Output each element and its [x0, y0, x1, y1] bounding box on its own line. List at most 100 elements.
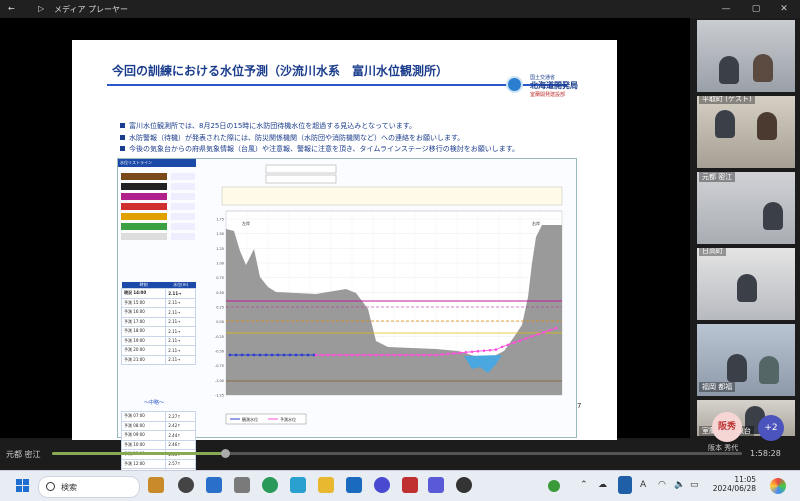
notification-icon[interactable]	[548, 480, 560, 492]
forecast-point	[362, 353, 366, 357]
start-button[interactable]	[16, 479, 30, 493]
observed-point	[252, 353, 256, 357]
clock-date: 2024/06/28	[712, 484, 756, 493]
observed-point	[258, 353, 262, 357]
agency-logo-icon	[506, 76, 523, 93]
observed-point	[270, 353, 274, 357]
participant-tile[interactable]: 日高町	[697, 248, 795, 320]
forecast-point	[524, 337, 528, 340]
omitted-label: 〜中略〜	[144, 400, 165, 406]
participant-tile[interactable]	[697, 20, 795, 92]
forecast-point	[320, 353, 324, 357]
y-tick-label: -0.50	[215, 350, 224, 354]
minimize-button[interactable]: —	[715, 2, 737, 16]
teams-icon[interactable]	[428, 477, 444, 493]
logo-office: 室蘭開発建設部	[530, 92, 566, 98]
observed-point	[264, 353, 268, 357]
forecast-point	[350, 353, 354, 357]
forecast-point	[434, 353, 438, 357]
wifi-icon[interactable]: ◠	[658, 480, 666, 490]
ime-icon[interactable]: A	[640, 480, 646, 490]
window-title: メディア プレーヤー	[54, 5, 128, 14]
app-icon[interactable]	[374, 477, 390, 493]
forecast-point	[332, 353, 336, 357]
speaker-icon[interactable]: 🔈	[674, 480, 685, 490]
search-placeholder: 検索	[61, 483, 77, 492]
forecast-point	[458, 351, 462, 355]
level-row	[121, 173, 203, 181]
chevron-up-icon[interactable]: ⌃	[580, 480, 588, 490]
maximize-button[interactable]: ▢	[745, 2, 767, 16]
participant-video	[719, 56, 739, 84]
table-row: 予測 08:00 2.42↑	[120, 420, 196, 431]
participant-tile[interactable]: 福岡 都福	[697, 324, 795, 396]
y-tick-label: 1.25	[216, 247, 224, 251]
clock-time: 11:05	[734, 475, 756, 484]
seek-bar[interactable]	[52, 449, 742, 458]
forecast-point	[410, 353, 414, 357]
observed-point	[276, 353, 280, 357]
forecast-point	[404, 353, 408, 357]
duration-label: 1:58:28	[750, 449, 781, 458]
folder-icon[interactable]	[318, 477, 334, 493]
y-tick-label: 0.75	[216, 276, 224, 280]
level-row	[121, 213, 203, 221]
legend-observed-label: 観測水位	[242, 416, 258, 422]
bullet-square-icon	[120, 123, 125, 128]
right-bank-label: 右岸	[532, 220, 540, 226]
legend-forecast-label: 予測水位	[280, 416, 296, 422]
close-button[interactable]: ✕	[773, 2, 795, 16]
level-row	[121, 223, 203, 231]
bullet-item: 水防警報（待機）が発表された際には、防災関係機関（水防団や消防機関など）への連絡…	[120, 133, 600, 145]
forecast-point	[452, 352, 456, 355]
system-clock[interactable]: 11:05 2024/06/28	[708, 475, 756, 493]
microphone-icon[interactable]	[618, 476, 632, 494]
table-row: 予測 21:00 2.11→	[120, 354, 196, 365]
media-player-icon[interactable]	[456, 477, 472, 493]
participant-video	[737, 274, 757, 302]
bullet-square-icon	[120, 134, 125, 140]
taskbar: 検索 ⌃ ☁ A ◠ 🔈 ▭ 11:05 2024/06/28	[0, 470, 800, 501]
panel-header: 水位リストライン	[118, 159, 200, 167]
cloud-icon[interactable]: ☁	[598, 480, 607, 490]
app-icon[interactable]	[234, 477, 250, 493]
bullet-item: 今後の気象台からの府県気象情報（台風）や注意報、警報に注意を頂き、タイムラインス…	[120, 144, 600, 156]
observed-point	[234, 353, 238, 357]
seek-handle[interactable]	[220, 449, 230, 458]
forecast-point	[380, 353, 384, 357]
forecast-point	[536, 333, 540, 336]
participant-tile[interactable]: 元都 密江	[697, 172, 795, 244]
water-level-chart: 1.75 1.50 1.25 1.00 0.75 0.50 0.25 0.00 -0.25 -0.…	[196, 159, 576, 437]
participant-avatar[interactable]: 阪秀	[712, 412, 742, 442]
more-participants-button[interactable]: +2	[758, 415, 784, 441]
level-row	[121, 183, 203, 191]
forecast-point	[506, 343, 510, 347]
y-tick-label: -0.25	[215, 335, 224, 339]
participant-name: 日高町	[699, 248, 726, 256]
forecast-point	[518, 339, 522, 342]
forecast-point	[386, 353, 390, 357]
y-tick-label: 1.50	[216, 232, 224, 236]
mail-icon[interactable]	[346, 477, 362, 493]
taskbar-search[interactable]: 検索	[38, 476, 140, 498]
search-icon	[46, 482, 55, 491]
participant-tile[interactable]: 平取町 (ゲスト)	[697, 96, 795, 168]
table-row: 予測 09:00 2.44↑	[120, 430, 196, 441]
forecast-point	[428, 353, 432, 357]
copilot-icon[interactable]	[770, 478, 786, 494]
bullet-item: 富川水位観測所では、8月25日の15時に水防団待機水位を超過する見込みとなってい…	[120, 121, 600, 133]
browser-icon[interactable]	[262, 477, 278, 493]
back-icon[interactable]: ←	[8, 4, 15, 13]
table-row: 予測 19:00 2.11→	[120, 335, 196, 346]
app-icon[interactable]	[178, 477, 194, 493]
table-row: 予測 18:00 2.11→	[120, 326, 196, 337]
battery-icon[interactable]: ▭	[690, 480, 699, 490]
app-icon[interactable]	[206, 477, 222, 493]
widgets-icon[interactable]	[148, 477, 164, 493]
app-icon[interactable]	[290, 477, 306, 493]
level-row	[121, 233, 203, 241]
forecast-point	[392, 353, 396, 357]
table-row: 予測 20:00 2.11→	[120, 345, 196, 356]
observed-point	[282, 353, 286, 357]
app-icon[interactable]	[402, 477, 418, 493]
